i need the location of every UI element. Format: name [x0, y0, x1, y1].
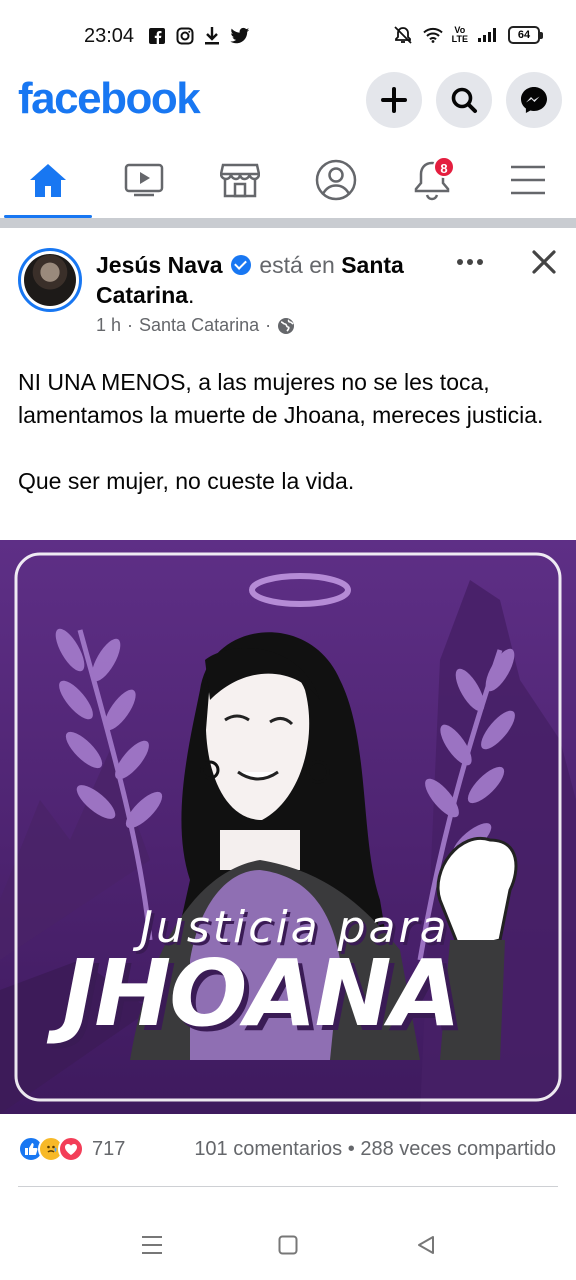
reactions-summary[interactable]: 717 — [18, 1136, 125, 1162]
reaction-count: 717 — [92, 1137, 126, 1160]
mute-icon — [394, 26, 412, 44]
tab-marketplace[interactable] — [192, 142, 288, 218]
create-button[interactable] — [366, 72, 422, 128]
status-time: 23:04 — [84, 25, 135, 47]
tab-profile[interactable] — [288, 142, 384, 218]
close-icon — [532, 250, 556, 274]
feed-divider — [0, 218, 576, 228]
post-text: NI UNA MENOS, a las mujeres no se les to… — [18, 366, 558, 498]
app-header: facebook — [0, 70, 576, 134]
notification-badge: 8 — [433, 156, 455, 178]
post-location[interactable]: Santa Catarina — [139, 315, 259, 336]
tab-video[interactable] — [96, 142, 192, 218]
meta-separator: · — [127, 315, 134, 335]
poster-name: JHOANA — [62, 940, 461, 1047]
post-meta: 1 h · Santa Catarina · — [96, 315, 295, 336]
post-options-button[interactable] — [452, 248, 488, 276]
verified-icon — [230, 255, 251, 275]
instagram-icon — [176, 27, 194, 45]
messenger-icon — [521, 87, 547, 113]
download-icon — [205, 27, 219, 45]
title-period: . — [188, 282, 195, 308]
back-icon — [418, 1236, 434, 1254]
comments-count[interactable]: 101 comentarios — [194, 1138, 342, 1160]
home-icon — [30, 164, 66, 197]
messenger-button[interactable] — [506, 72, 562, 128]
author-name[interactable]: Jesús Nava — [96, 252, 223, 278]
post-image[interactable]: Justicia para JHOANA — [0, 540, 576, 1114]
volte-icon: Vo LTE — [451, 25, 468, 44]
facebook-logo[interactable]: facebook — [18, 74, 201, 124]
recents-button[interactable] — [132, 1230, 172, 1260]
signal-icon — [478, 28, 496, 42]
plus-icon — [381, 87, 407, 113]
marketplace-icon — [220, 163, 260, 198]
android-nav-bar — [0, 1210, 576, 1280]
profile-icon — [315, 159, 357, 201]
search-icon — [451, 87, 477, 113]
engagement-stats: 101 comentarios • 288 veces compartido — [194, 1138, 556, 1161]
tab-home[interactable] — [0, 142, 96, 218]
tab-notifications[interactable]: 8 — [384, 142, 480, 218]
battery-icon: 64 — [508, 26, 543, 44]
author-avatar[interactable] — [18, 248, 82, 312]
love-icon — [58, 1136, 84, 1162]
facebook-icon — [149, 28, 165, 44]
post-time[interactable]: 1 h — [96, 315, 121, 336]
meta-separator: · — [265, 315, 272, 335]
wifi-icon — [422, 27, 443, 43]
globe-icon — [278, 317, 295, 334]
recents-icon — [142, 1236, 162, 1254]
video-icon — [124, 163, 164, 197]
status-bar: 23:04 Vo LTE 64 — [0, 0, 576, 70]
post-text-paragraph: NI UNA MENOS, a las mujeres no se les to… — [18, 369, 544, 428]
status-right-icons: Vo LTE 64 — [392, 25, 543, 44]
status-left-icons — [148, 26, 250, 46]
post-title: Jesús Nava está en Santa Catarina. — [96, 250, 436, 310]
back-button[interactable] — [406, 1230, 446, 1260]
hide-post-button[interactable] — [526, 244, 562, 280]
engagement-separator: • — [347, 1138, 355, 1160]
home-button[interactable] — [268, 1230, 308, 1260]
shares-count[interactable]: 288 veces compartido — [360, 1138, 556, 1160]
menu-icon — [511, 165, 545, 195]
post-divider — [18, 1186, 558, 1187]
search-button[interactable] — [436, 72, 492, 128]
twitter-icon — [230, 27, 250, 44]
square-icon — [278, 1235, 298, 1255]
post-connector: está en — [259, 252, 335, 278]
main-nav: 8 — [0, 142, 576, 218]
post-text-paragraph: Que ser mujer, no cueste la vida. — [18, 468, 355, 494]
tab-menu[interactable] — [480, 142, 576, 218]
more-icon — [457, 259, 483, 265]
